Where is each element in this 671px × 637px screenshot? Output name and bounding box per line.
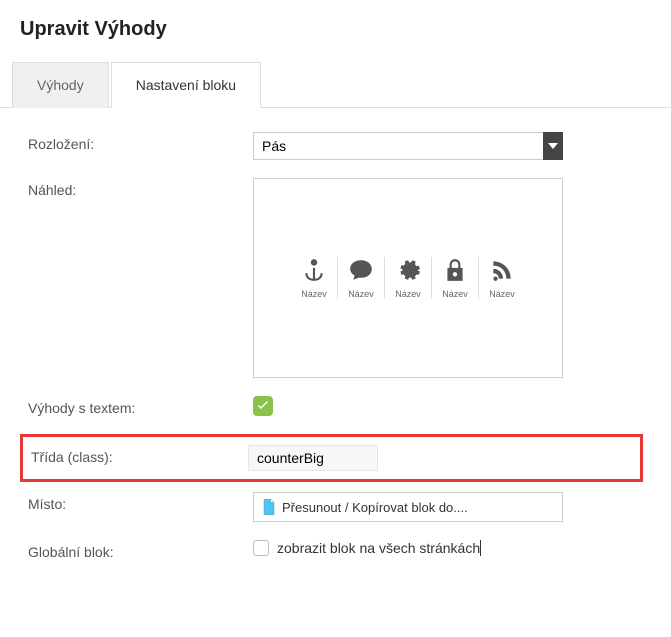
rozlozeni-select[interactable]: Pás	[253, 132, 563, 160]
tab-nastaveni-bloku[interactable]: Nastavení bloku	[111, 62, 261, 108]
check-icon	[257, 400, 269, 412]
comment-icon	[348, 257, 374, 283]
preview-label: Název	[489, 289, 515, 299]
field-globalni-blok: zobrazit blok na všech stránkách	[253, 540, 643, 556]
preview-items: Název Název Název Název	[291, 257, 525, 299]
row-misto: Místo: Přesunout / Kopírovat blok do....	[28, 492, 643, 522]
dialog-header: Upravit Výhody	[0, 0, 671, 61]
rss-icon	[489, 257, 515, 283]
globalni-blok-checkbox[interactable]	[253, 540, 269, 556]
rozlozeni-select-wrap: Pás	[253, 132, 563, 160]
label-globalni-blok: Globální blok:	[28, 540, 253, 560]
label-nahled: Náhled:	[28, 178, 253, 198]
preview-label: Název	[442, 289, 468, 299]
anchor-icon	[301, 257, 327, 283]
preview-label: Název	[395, 289, 421, 299]
preview-item-anchor: Název	[291, 257, 338, 299]
preview-item-rss: Název	[479, 257, 525, 299]
tab-vyhody[interactable]: Výhody	[12, 62, 109, 108]
preview-item-gear: Název	[385, 257, 432, 299]
field-misto: Přesunout / Kopírovat blok do....	[253, 492, 643, 522]
preview-item-comment: Název	[338, 257, 385, 299]
lock-icon	[442, 257, 468, 283]
page-icon	[262, 499, 276, 515]
gear-icon	[395, 257, 421, 283]
row-rozlozeni: Rozložení: Pás	[28, 132, 643, 160]
text-cursor	[480, 540, 481, 556]
dialog-title: Upravit Výhody	[20, 18, 651, 41]
label-vyhody-text: Výhody s textem:	[28, 396, 253, 416]
row-trida: Třída (class):	[20, 434, 643, 482]
preview-label: Název	[301, 289, 327, 299]
vyhody-text-checkbox[interactable]	[253, 396, 273, 416]
move-copy-button-label: Přesunout / Kopírovat blok do....	[282, 500, 468, 515]
row-globalni-blok: Globální blok: zobrazit blok na všech st…	[28, 540, 643, 560]
globalni-blok-label: zobrazit blok na všech stránkách	[277, 540, 480, 556]
field-trida	[248, 445, 640, 471]
field-vyhody-text	[253, 396, 643, 416]
trida-input[interactable]	[248, 445, 378, 471]
row-nahled: Náhled: Název Název Název	[28, 178, 643, 378]
preview-item-lock: Název	[432, 257, 479, 299]
label-trida: Třída (class):	[23, 445, 248, 465]
field-nahled: Název Název Název Název	[253, 178, 643, 378]
preview-box: Název Název Název Název	[253, 178, 563, 378]
tab-bar: Výhody Nastavení bloku	[0, 61, 671, 108]
field-rozlozeni: Pás	[253, 132, 643, 160]
label-misto: Místo:	[28, 492, 253, 512]
row-vyhody-text: Výhody s textem:	[28, 396, 643, 416]
label-rozlozeni: Rozložení:	[28, 132, 253, 152]
preview-label: Název	[348, 289, 374, 299]
content-area: Rozložení: Pás Náhled: Název	[0, 108, 671, 602]
move-copy-button[interactable]: Přesunout / Kopírovat blok do....	[253, 492, 563, 522]
